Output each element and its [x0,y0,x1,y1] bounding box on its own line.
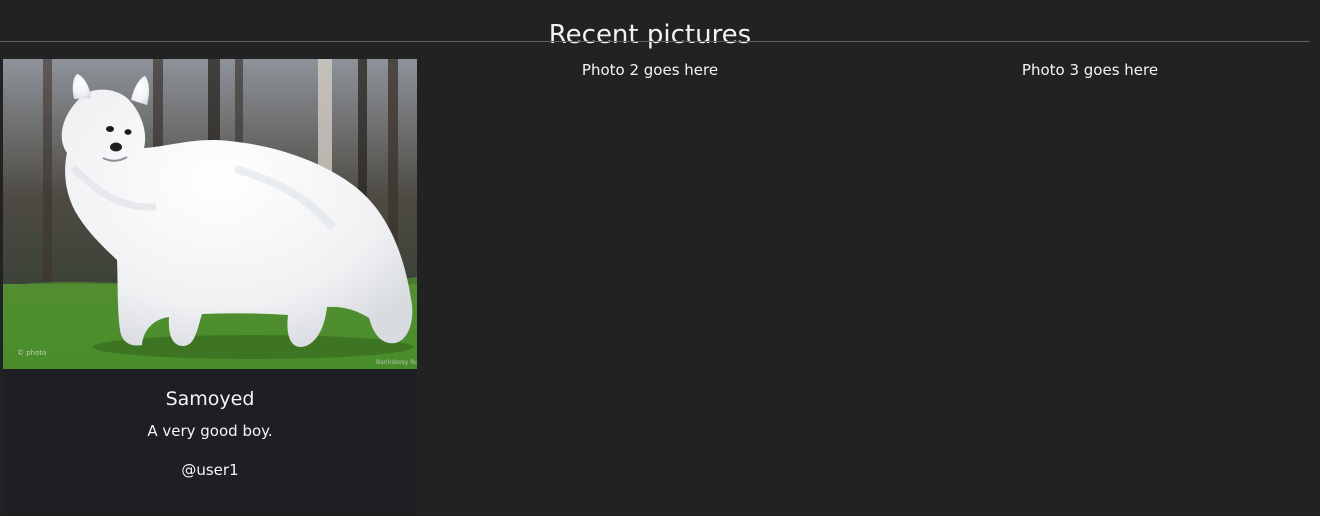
page: Recent pictures © photo Banksbosy Ru Sam… [0,0,1320,516]
samoyed-dog-illustration: © photo Banksbosy Ru [3,59,417,369]
svg-text:Banksbosy Ru: Banksbosy Ru [376,359,417,366]
photo-card-samoyed[interactable]: © photo Banksbosy Ru Samoyed A very good… [3,59,417,516]
card-title: Samoyed [165,388,255,410]
title-divider [0,41,1310,42]
card-username[interactable]: @user1 [3,459,417,481]
svg-text:© photo: © photo [17,349,46,357]
photo-2-placeholder: Photo 2 goes here [581,61,719,79]
card-description: A very good boy. [147,422,273,440]
page-title: Recent pictures [548,20,752,51]
samoyed-photo[interactable]: © photo Banksbosy Ru [3,59,417,369]
photo-3-placeholder: Photo 3 goes here [1021,61,1159,79]
